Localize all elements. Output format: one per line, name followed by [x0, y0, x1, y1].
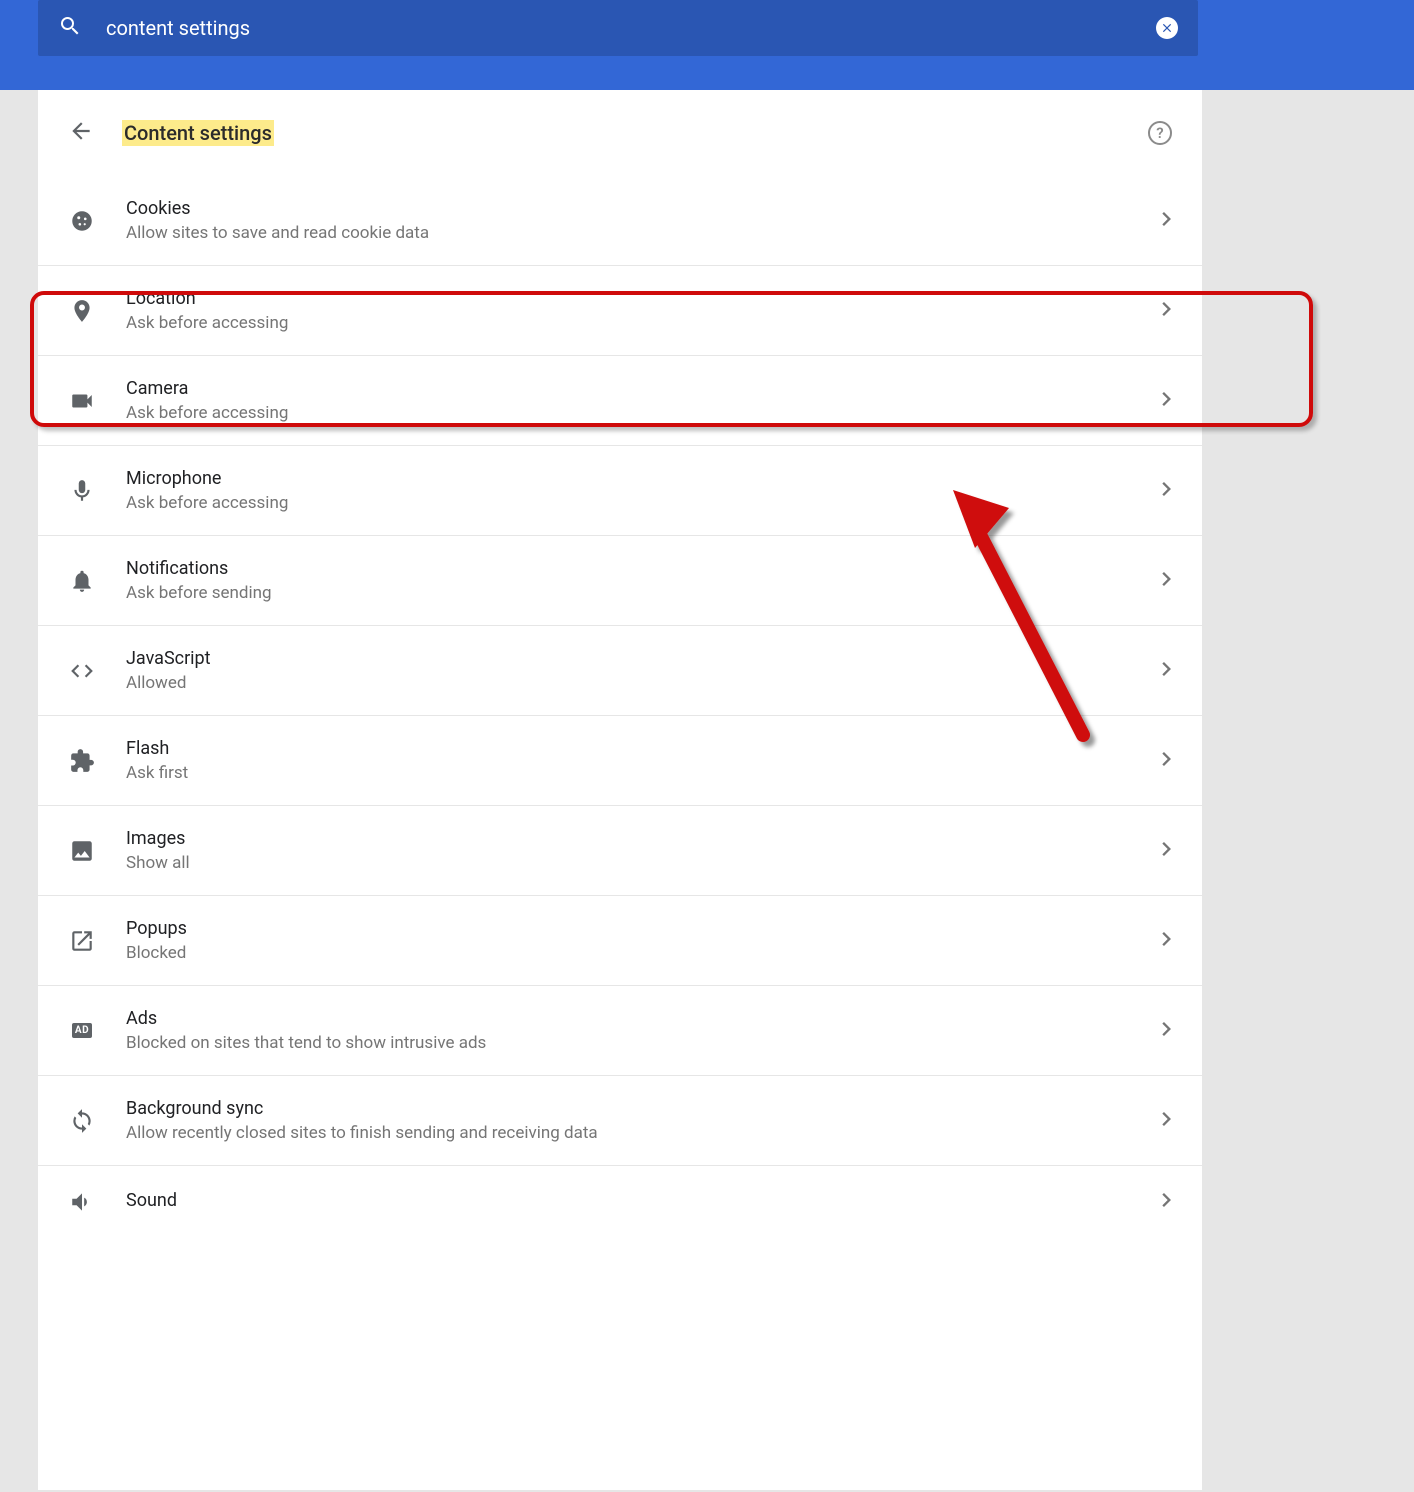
- row-camera[interactable]: Camera Ask before accessing: [38, 356, 1202, 446]
- row-location[interactable]: Location Ask before accessing: [38, 266, 1202, 356]
- row-text: Notifications Ask before sending: [126, 558, 1162, 603]
- row-text: Background sync Allow recently closed si…: [126, 1098, 1162, 1143]
- microphone-icon: [68, 477, 96, 505]
- search-bar[interactable]: content settings: [38, 0, 1198, 56]
- chevron-right-icon: [1162, 842, 1172, 860]
- row-title: JavaScript: [126, 648, 1162, 669]
- row-title: Ads: [126, 1008, 1162, 1029]
- row-title: Sound: [126, 1190, 1162, 1211]
- row-sub: Blocked: [126, 943, 1162, 963]
- chevron-right-icon: [1162, 1193, 1172, 1211]
- row-sub: Blocked on sites that tend to show intru…: [126, 1033, 1162, 1053]
- row-title: Notifications: [126, 558, 1162, 579]
- chevron-right-icon: [1162, 752, 1172, 770]
- row-javascript[interactable]: JavaScript Allowed: [38, 626, 1202, 716]
- row-sub: Allowed: [126, 673, 1162, 693]
- code-icon: [68, 657, 96, 685]
- row-sub: Allow recently closed sites to finish se…: [126, 1123, 1162, 1143]
- row-sub: Ask before accessing: [126, 493, 1162, 513]
- chevron-right-icon: [1162, 1112, 1172, 1130]
- cookie-icon: [68, 207, 96, 235]
- row-title: Popups: [126, 918, 1162, 939]
- chevron-right-icon: [1162, 662, 1172, 680]
- row-title: Cookies: [126, 198, 1162, 219]
- search-left: content settings: [58, 14, 250, 42]
- row-microphone[interactable]: Microphone Ask before accessing: [38, 446, 1202, 536]
- row-title: Background sync: [126, 1098, 1162, 1119]
- header-left: Content settings: [68, 118, 274, 148]
- row-text: Location Ask before accessing: [126, 288, 1162, 333]
- row-sub: Ask first: [126, 763, 1162, 783]
- puzzle-icon: [68, 747, 96, 775]
- row-flash[interactable]: Flash Ask first: [38, 716, 1202, 806]
- search-icon: [58, 14, 82, 42]
- row-text: Microphone Ask before accessing: [126, 468, 1162, 513]
- row-ads[interactable]: AD Ads Blocked on sites that tend to sho…: [38, 986, 1202, 1076]
- row-text: Images Show all: [126, 828, 1162, 873]
- panel-header: Content settings ?: [38, 90, 1202, 176]
- image-icon: [68, 837, 96, 865]
- settings-panel: Content settings ? Cookies Allow sites t…: [38, 90, 1202, 1490]
- chevron-right-icon: [1162, 302, 1172, 320]
- row-sound[interactable]: Sound: [38, 1166, 1202, 1238]
- row-notifications[interactable]: Notifications Ask before sending: [38, 536, 1202, 626]
- row-text: JavaScript Allowed: [126, 648, 1162, 693]
- camera-icon: [68, 387, 96, 415]
- row-sub: Ask before accessing: [126, 403, 1162, 423]
- row-text: Camera Ask before accessing: [126, 378, 1162, 423]
- row-text: Popups Blocked: [126, 918, 1162, 963]
- chevron-right-icon: [1162, 572, 1172, 590]
- row-text: Ads Blocked on sites that tend to show i…: [126, 1008, 1162, 1053]
- row-text: Sound: [126, 1190, 1162, 1215]
- row-text: Flash Ask first: [126, 738, 1162, 783]
- settings-list: Cookies Allow sites to save and read coo…: [38, 176, 1202, 1238]
- row-sub: Ask before sending: [126, 583, 1162, 603]
- row-title: Camera: [126, 378, 1162, 399]
- search-input-text[interactable]: content settings: [106, 16, 250, 40]
- row-title: Images: [126, 828, 1162, 849]
- clear-search-button[interactable]: [1156, 17, 1178, 39]
- top-bar: content settings: [0, 0, 1414, 90]
- row-title: Flash: [126, 738, 1162, 759]
- row-sub: Show all: [126, 853, 1162, 873]
- chevron-right-icon: [1162, 482, 1172, 500]
- sound-icon: [68, 1188, 96, 1216]
- row-popups[interactable]: Popups Blocked: [38, 896, 1202, 986]
- row-sub: Allow sites to save and read cookie data: [126, 223, 1162, 243]
- help-button[interactable]: ?: [1148, 121, 1172, 145]
- chevron-right-icon: [1162, 1022, 1172, 1040]
- ad-icon: AD: [68, 1017, 96, 1045]
- row-cookies[interactable]: Cookies Allow sites to save and read coo…: [38, 176, 1202, 266]
- row-title: Microphone: [126, 468, 1162, 489]
- row-title: Location: [126, 288, 1162, 309]
- chevron-right-icon: [1162, 392, 1172, 410]
- popup-icon: [68, 927, 96, 955]
- row-text: Cookies Allow sites to save and read coo…: [126, 198, 1162, 243]
- row-background-sync[interactable]: Background sync Allow recently closed si…: [38, 1076, 1202, 1166]
- location-icon: [68, 297, 96, 325]
- page-title: Content settings: [122, 120, 274, 146]
- chevron-right-icon: [1162, 932, 1172, 950]
- sync-icon: [68, 1107, 96, 1135]
- chevron-right-icon: [1162, 212, 1172, 230]
- row-images[interactable]: Images Show all: [38, 806, 1202, 896]
- content-area: Content settings ? Cookies Allow sites t…: [0, 90, 1414, 1490]
- bell-icon: [68, 567, 96, 595]
- row-sub: Ask before accessing: [126, 313, 1162, 333]
- back-button[interactable]: [68, 118, 94, 148]
